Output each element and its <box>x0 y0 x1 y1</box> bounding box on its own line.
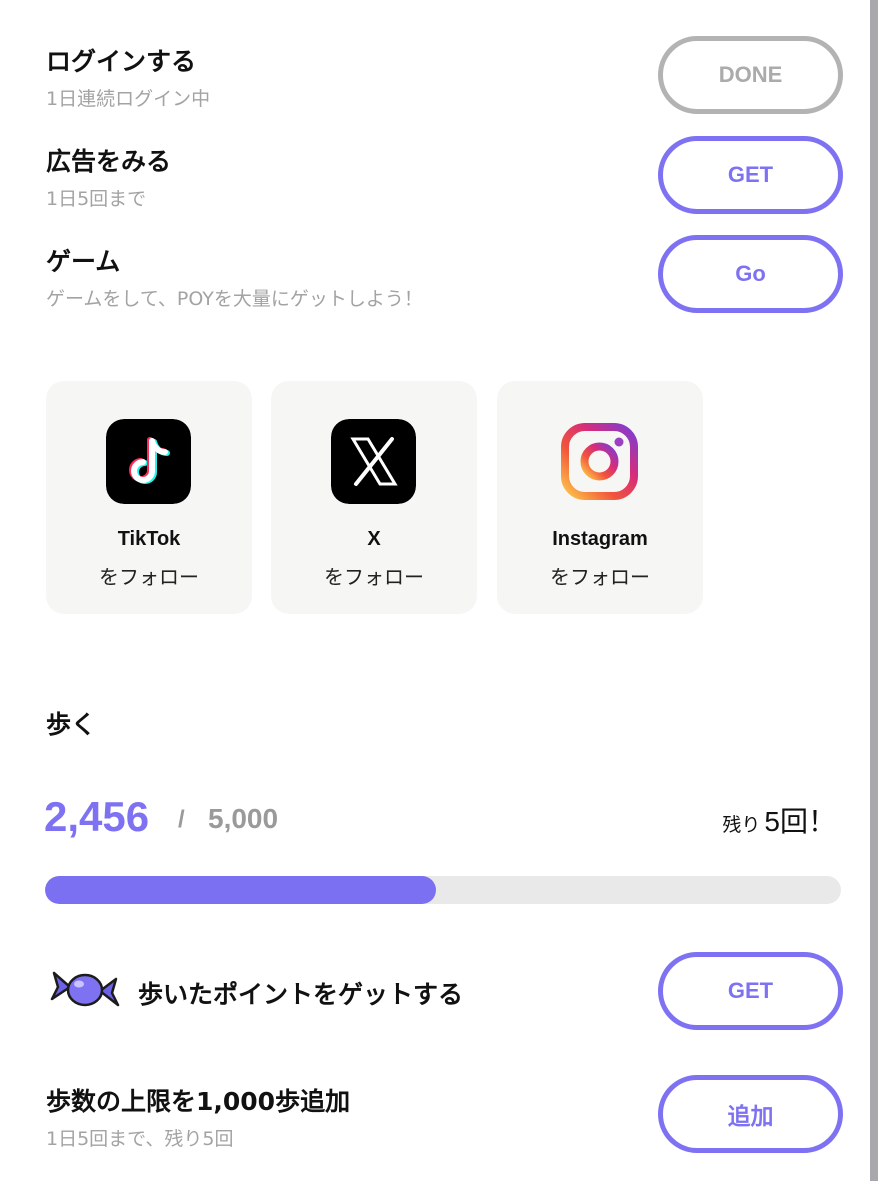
login-task-title: ログインする <box>46 47 197 76</box>
tiktok-follow-card[interactable]: TikTok をフォロー <box>46 381 252 614</box>
steps-progress-bar <box>45 876 841 904</box>
ad-get-button[interactable]: GET <box>658 136 843 214</box>
rewards-page: ログインする 1日連続ログイン中 DONE 広告をみる 1日5回まで GET ゲ… <box>0 0 886 1181</box>
tiktok-label: TikTok <box>117 528 181 550</box>
ad-task-title: 広告をみる <box>46 147 172 176</box>
game-task-subtitle: ゲームをして、POYを大量にゲットしよう！ <box>46 288 423 310</box>
x-label: X <box>367 528 381 550</box>
steps-separator: / <box>178 806 185 833</box>
scrollbar-track[interactable] <box>870 0 878 1181</box>
tiktok-icon <box>106 419 191 504</box>
add-limit-button[interactable]: 追加 <box>658 1075 843 1153</box>
remaining-count: 残り 5 回！ <box>722 800 836 840</box>
login-task-subtitle: 1日連続ログイン中 <box>46 88 211 110</box>
tiktok-follow-label: をフォロー <box>99 565 199 589</box>
goal-steps: 5,000 <box>208 803 279 834</box>
login-done-button[interactable]: DONE <box>658 36 843 114</box>
game-go-button[interactable]: Go <box>658 235 843 313</box>
steps-progress-fill <box>45 876 436 904</box>
instagram-icon <box>561 423 638 500</box>
limit-task-subtitle: 1日5回まで、残り5回 <box>46 1128 234 1150</box>
x-follow-card[interactable]: X をフォロー <box>271 381 477 614</box>
candy-icon <box>50 971 120 1007</box>
walk-section-title: 歩く <box>46 710 97 739</box>
x-follow-label: をフォロー <box>324 565 424 589</box>
remaining-number: 5 <box>764 806 780 837</box>
game-task-title: ゲーム <box>46 247 121 276</box>
ad-task-subtitle: 1日5回まで <box>46 188 147 210</box>
current-steps: 2,456 <box>44 793 150 840</box>
remaining-suffix: 回！ <box>779 805 836 838</box>
x-icon <box>331 419 416 504</box>
limit-task-title: 歩数の上限を1,000歩追加 <box>46 1087 351 1116</box>
instagram-label: Instagram <box>552 528 648 550</box>
remaining-prefix: 残り <box>722 814 761 836</box>
instagram-follow-card[interactable]: Instagram をフォロー <box>497 381 703 614</box>
instagram-follow-label: をフォロー <box>550 565 650 589</box>
walk-points-label: 歩いたポイントをゲットする <box>138 980 464 1009</box>
walk-points-get-button[interactable]: GET <box>658 952 843 1030</box>
